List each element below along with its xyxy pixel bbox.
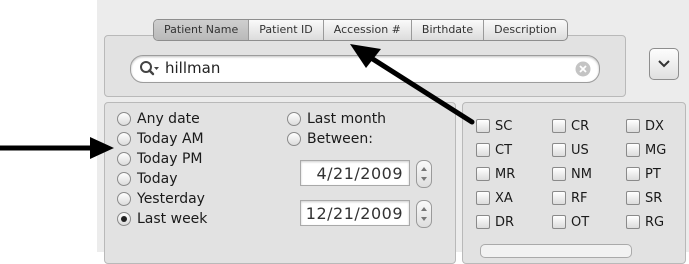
arrow-to-tabs-icon: [350, 44, 475, 125]
arrow-to-today-pm-icon: [0, 137, 114, 159]
annotation-arrows: [0, 44, 475, 159]
